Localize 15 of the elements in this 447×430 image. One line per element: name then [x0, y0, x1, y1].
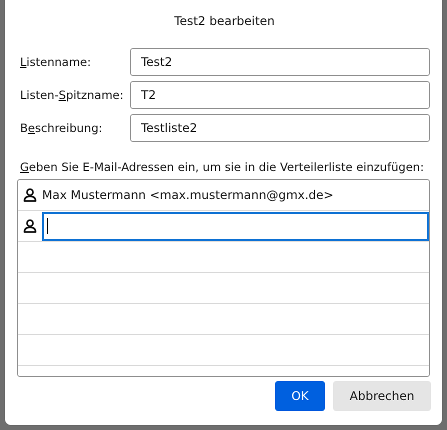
address-input-field[interactable] [42, 212, 429, 240]
field-label: Listenname: [19, 55, 92, 69]
field-label: Listen-Spitzname: [19, 88, 124, 102]
text-cursor [47, 218, 48, 234]
instruction-text: Geben Sie E-Mail-Adressen ein, um sie in die Verteilerliste einzufügen: [19, 160, 425, 174]
person-icon [23, 188, 37, 202]
input-field[interactable]: Test2 [130, 48, 430, 76]
person-icon [23, 219, 37, 233]
field-label: Beschreibung: [19, 121, 104, 135]
member-entry[interactable]: Max Mustermann <max.mustermann@gmx.de> [42, 188, 334, 202]
cancel-button[interactable]: Abbrechen [333, 381, 431, 411]
ok-button[interactable]: OK [275, 381, 325, 411]
window-title: Test2 bearbeiten [173, 13, 276, 30]
input-field[interactable]: T2 [130, 81, 430, 109]
input-field[interactable]: Testliste2 [130, 114, 430, 142]
